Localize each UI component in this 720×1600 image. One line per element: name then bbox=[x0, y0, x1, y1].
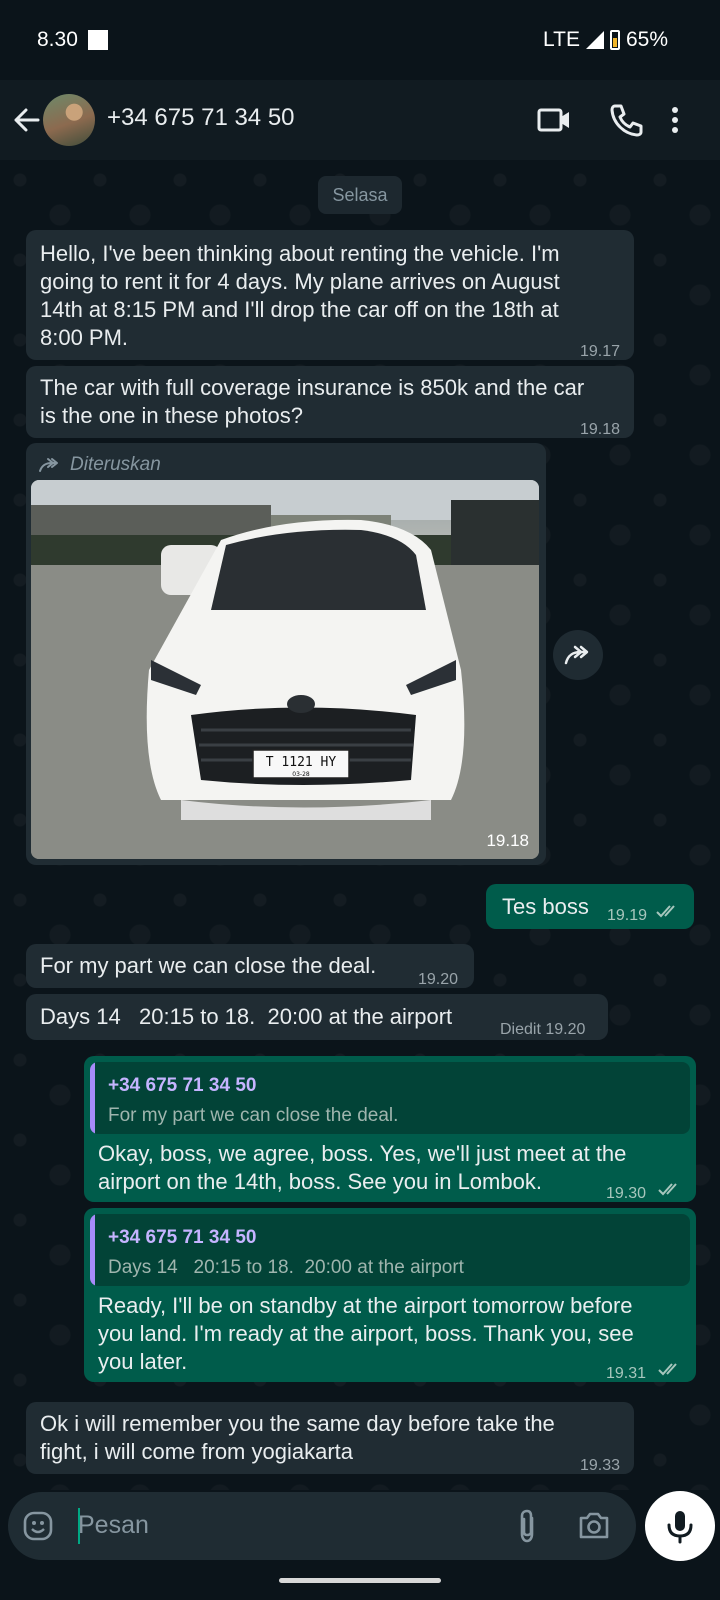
message-input[interactable]: Pesan bbox=[78, 1511, 149, 1540]
message-time: 19.30 bbox=[606, 1185, 647, 1202]
status-time: 8.30 bbox=[37, 28, 78, 51]
battery-icon bbox=[609, 30, 620, 50]
date-chip: Selasa bbox=[318, 176, 402, 214]
quoted-sender: +34 675 71 34 50 bbox=[108, 1075, 257, 1096]
message-time: 19.17 bbox=[580, 343, 621, 360]
forward-icon bbox=[38, 456, 62, 474]
message-time: Diedit 19.20 bbox=[500, 1021, 586, 1038]
message-incoming[interactable]: Days 14 20:15 to 18. 20:00 at the airpor… bbox=[26, 994, 608, 1040]
message-text: Tes boss bbox=[502, 894, 589, 919]
status-bar: 8.30 LTE 65% bbox=[0, 0, 720, 80]
camera-icon[interactable] bbox=[578, 1510, 610, 1540]
photo-time: 19.18 bbox=[486, 831, 529, 850]
forwarded-label: Diteruskan bbox=[70, 454, 161, 475]
network-label: LTE bbox=[543, 28, 580, 51]
message-time: 19.18 bbox=[580, 421, 621, 438]
read-ticks-icon bbox=[658, 1182, 684, 1196]
message-text: you later. bbox=[98, 1349, 188, 1374]
message-text: you land. I'm ready at the airport, boss… bbox=[98, 1321, 634, 1346]
message-outgoing-reply[interactable]: +34 675 71 34 50 For my part we can clos… bbox=[84, 1056, 696, 1202]
message-text: Okay, boss, we agree, boss. Yes, we'll j… bbox=[98, 1141, 627, 1166]
home-indicator[interactable] bbox=[279, 1578, 441, 1583]
message-time: 19.19 bbox=[607, 907, 648, 924]
message-text: Hello, I've been thinking about renting … bbox=[40, 241, 560, 266]
message-text: is the one in these photos? bbox=[40, 403, 303, 428]
license-plate: T 1121 HY bbox=[266, 755, 337, 770]
quoted-message[interactable]: +34 675 71 34 50 For my part we can clos… bbox=[90, 1062, 690, 1134]
notification-icon bbox=[88, 30, 108, 50]
quoted-text: For my part we can close the deal. bbox=[108, 1105, 399, 1126]
quoted-text: Days 14 20:15 to 18. 20:00 at the airpor… bbox=[108, 1257, 464, 1278]
message-composer[interactable]: Pesan bbox=[8, 1492, 636, 1560]
video-call-icon[interactable] bbox=[535, 100, 575, 140]
message-outgoing-reply[interactable]: +34 675 71 34 50 Days 14 20:15 to 18. 20… bbox=[84, 1208, 696, 1382]
contact-name[interactable]: +34 675 71 34 50 bbox=[107, 104, 295, 132]
avatar[interactable] bbox=[43, 94, 95, 146]
message-time: 19.31 bbox=[606, 1365, 647, 1382]
battery-level: 65% bbox=[625, 28, 668, 51]
message-text: Ready, I'll be on standby at the airport… bbox=[98, 1293, 633, 1318]
message-incoming[interactable]: For my part we can close the deal. 19.20 bbox=[26, 944, 474, 988]
quoted-message[interactable]: +34 675 71 34 50 Days 14 20:15 to 18. 20… bbox=[90, 1214, 690, 1286]
quoted-sender: +34 675 71 34 50 bbox=[108, 1227, 257, 1248]
read-ticks-icon bbox=[658, 1362, 684, 1376]
forward-button[interactable] bbox=[553, 630, 603, 680]
message-text: going to rent it for 4 days. My plane ar… bbox=[40, 269, 560, 294]
message-text: fight, i will come from yogiakarta bbox=[40, 1439, 353, 1464]
chat-header: +34 675 71 34 50 bbox=[0, 80, 720, 160]
message-time: 19.20 bbox=[418, 971, 459, 988]
back-arrow-icon[interactable] bbox=[10, 100, 46, 140]
attach-icon[interactable] bbox=[516, 1508, 538, 1544]
message-incoming[interactable]: The car with full coverage insurance is … bbox=[26, 366, 634, 438]
message-time: 19.33 bbox=[580, 1457, 621, 1474]
forward-icon bbox=[564, 645, 589, 665]
emoji-icon[interactable] bbox=[22, 1510, 54, 1542]
read-ticks-icon bbox=[656, 904, 682, 918]
message-text: airport on the 14th, boss. See you in Lo… bbox=[98, 1169, 542, 1194]
message-text: 14th at 8:15 PM and I'll drop the car of… bbox=[40, 297, 559, 322]
message-text: 8:00 PM. bbox=[40, 325, 129, 350]
car-photo[interactable]: T 1121 HY 03-28 19.18 bbox=[31, 480, 539, 859]
status-indicators: LTE 65% bbox=[543, 28, 668, 52]
message-outgoing[interactable]: Tes boss 19.19 bbox=[486, 884, 694, 929]
car-photo-illustration: T 1121 HY 03-28 bbox=[31, 480, 539, 859]
message-text: Ok i will remember you the same day befo… bbox=[40, 1411, 555, 1436]
message-text: Days 14 20:15 to 18. 20:00 at the airpor… bbox=[40, 1004, 453, 1029]
message-text: The car with full coverage insurance is … bbox=[40, 375, 585, 400]
license-plate-sub: 03-28 bbox=[292, 771, 310, 778]
more-options-icon[interactable] bbox=[670, 100, 710, 140]
message-incoming[interactable]: Ok i will remember you the same day befo… bbox=[26, 1402, 634, 1474]
phone-icon[interactable] bbox=[606, 100, 646, 140]
mic-icon bbox=[667, 1511, 693, 1544]
message-text: For my part we can close the deal. bbox=[40, 953, 377, 978]
message-incoming[interactable]: Hello, I've been thinking about renting … bbox=[26, 230, 634, 360]
voice-message-button[interactable] bbox=[645, 1491, 715, 1561]
signal-icon bbox=[585, 31, 604, 49]
